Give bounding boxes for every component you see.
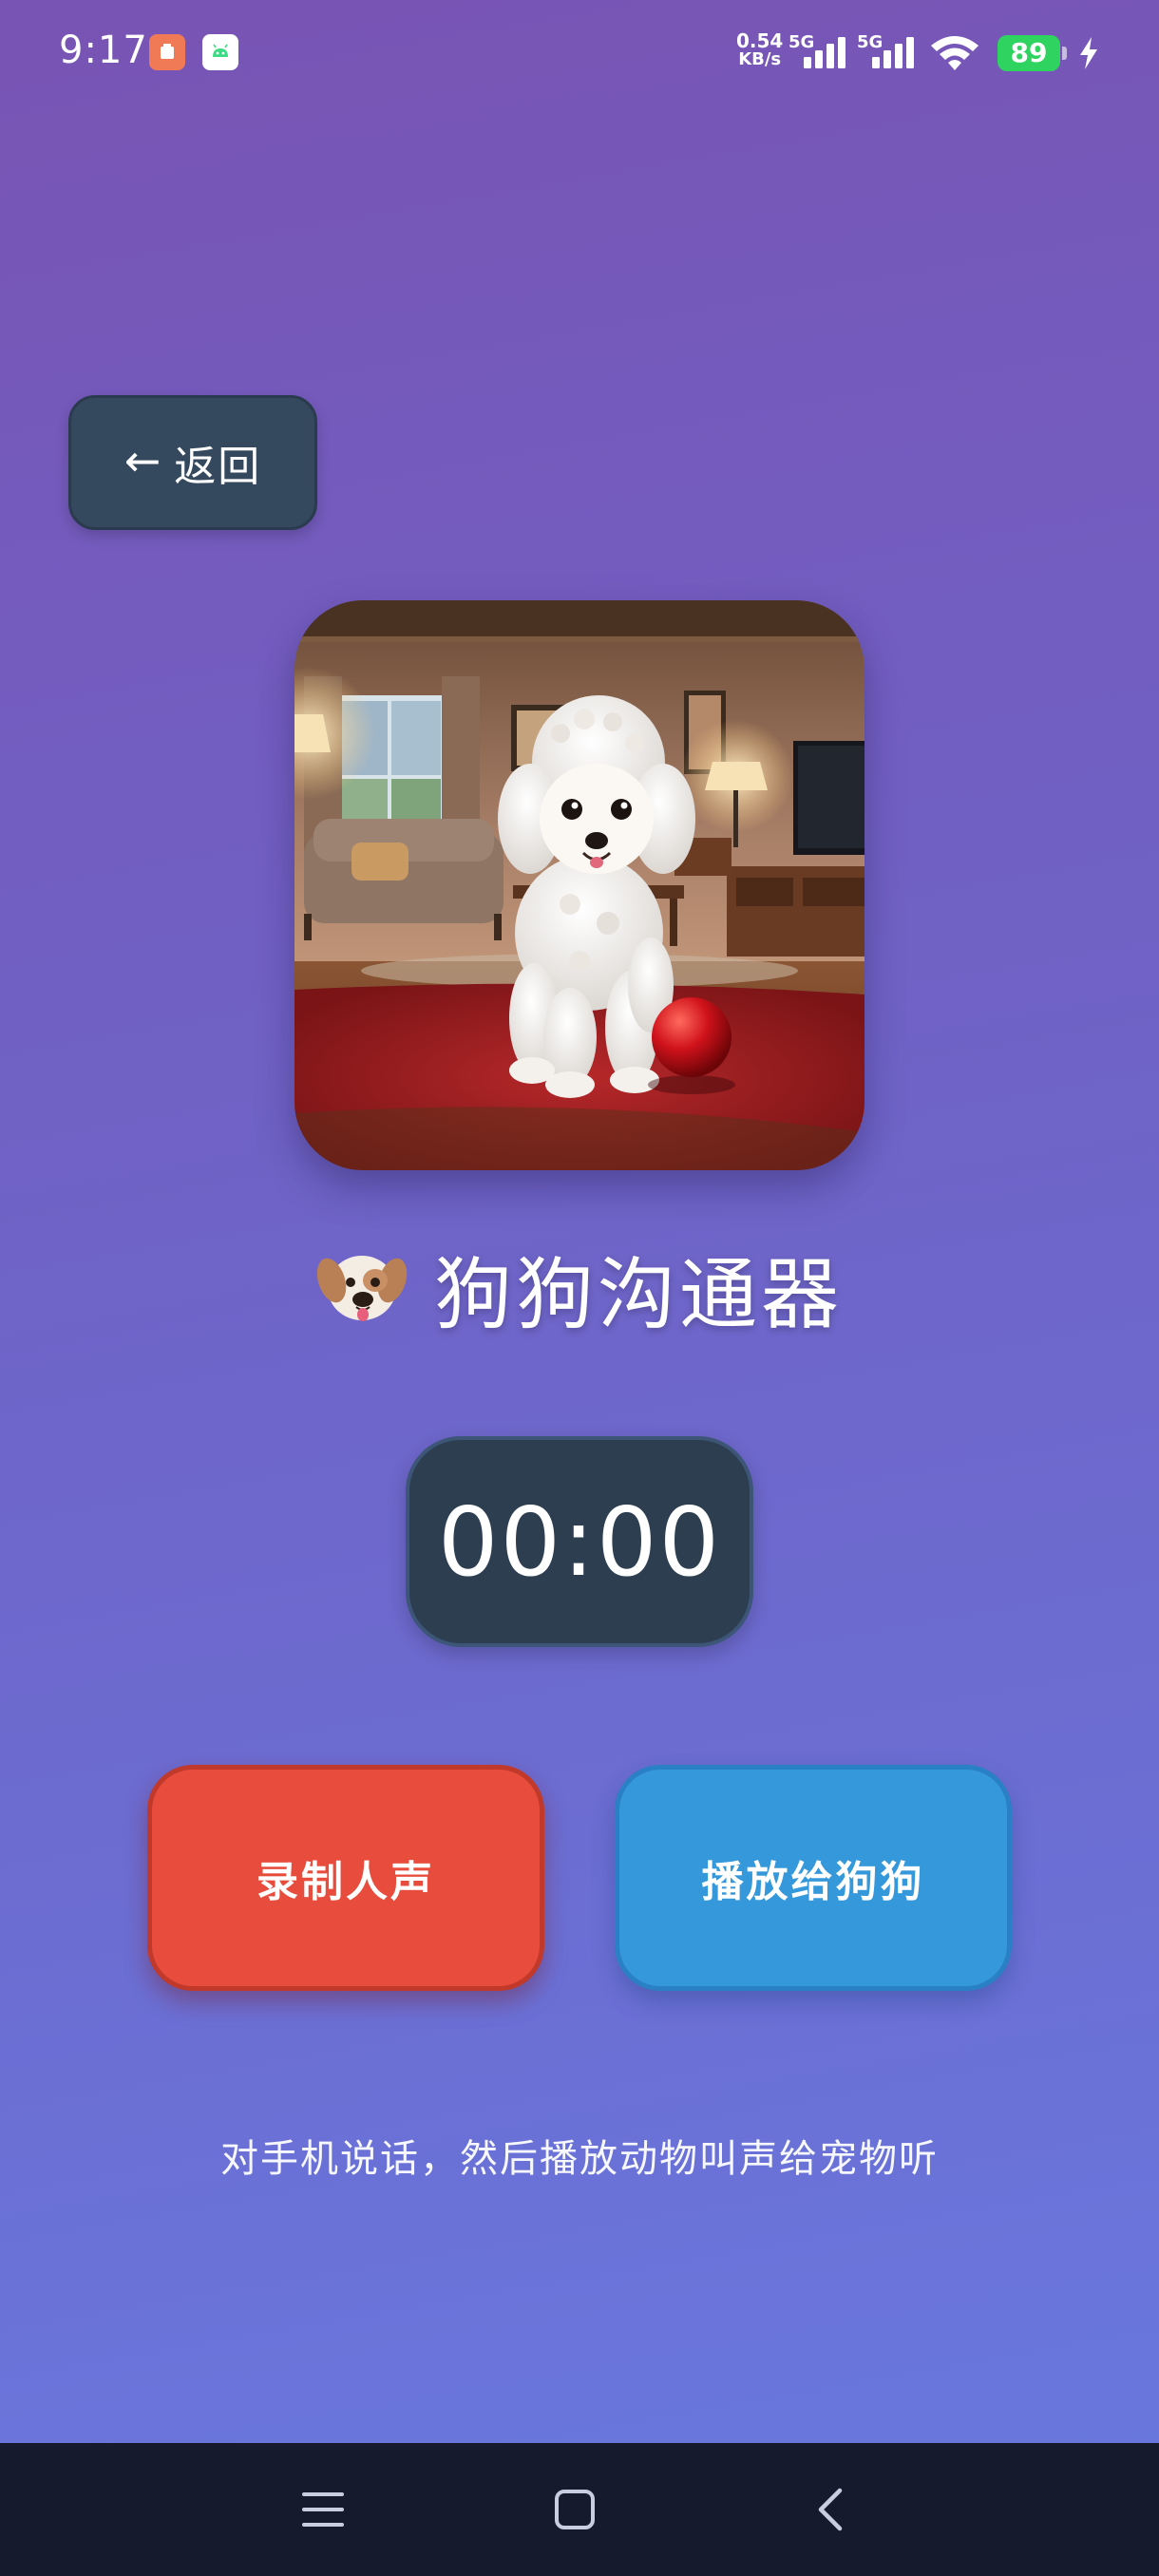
- dog-face-icon: [316, 1242, 408, 1332]
- battery-icon: 89: [998, 35, 1060, 71]
- page-title: 狗狗沟通器: [0, 1235, 1159, 1340]
- battery-tip: [1062, 47, 1067, 60]
- status-time: 9:17: [59, 28, 148, 72]
- instruction-text: 对手机说话，然后播放动物叫声给宠物听: [220, 2137, 939, 2181]
- signal-icon: 5G: [857, 32, 923, 70]
- notification-app-icon: [149, 34, 185, 70]
- back-arrow-icon: ←: [124, 435, 162, 486]
- charging-icon: [1077, 36, 1100, 74]
- back-button-label: 返回: [174, 443, 262, 491]
- wifi-icon: [929, 34, 980, 76]
- menu-icon[interactable]: [266, 2443, 380, 2576]
- signal-icon: 5G: [788, 32, 855, 70]
- network-speed: 0.54 KB/s: [736, 29, 784, 69]
- network-speed-value: 0.54: [736, 29, 784, 52]
- record-voice-button[interactable]: 录制人声: [147, 1765, 544, 1991]
- back-button[interactable]: ← 返回: [68, 395, 317, 530]
- android-icon: [202, 34, 238, 70]
- timer-display: 00:00: [406, 1436, 753, 1647]
- home-icon[interactable]: [518, 2443, 632, 2576]
- page-title-text: 狗狗沟通器: [433, 1249, 843, 1340]
- poodle-photo: [294, 600, 864, 1170]
- play-to-dog-button[interactable]: 播放给狗狗: [615, 1765, 1012, 1991]
- system-navigation-bar: [0, 2443, 1159, 2576]
- back-icon[interactable]: [772, 2443, 886, 2576]
- status-bar: 9:17 0.54 KB/s 5G 5G 89: [0, 0, 1159, 104]
- network-speed-unit: KB/s: [738, 49, 782, 69]
